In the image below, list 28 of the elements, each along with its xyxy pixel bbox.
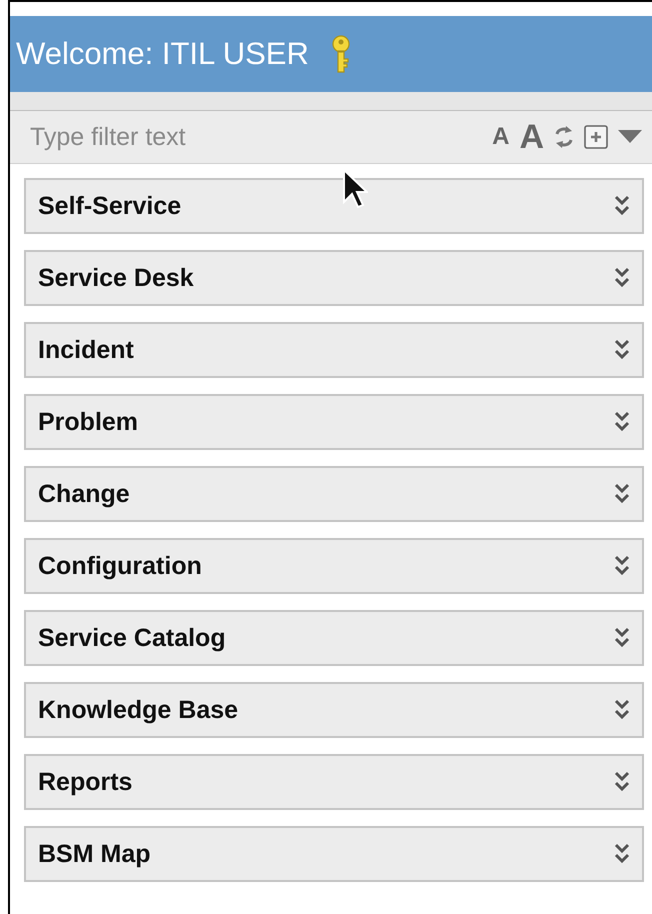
chevron-icon (614, 627, 630, 649)
key-icon (330, 35, 351, 73)
refresh-icon[interactable] (554, 124, 574, 150)
section-header[interactable]: Knowledge Base (24, 682, 644, 738)
section-header[interactable]: Problem (24, 394, 644, 450)
chevron-icon (614, 195, 630, 217)
add-icon[interactable] (584, 125, 608, 149)
chevron-icon (614, 411, 630, 433)
section-header[interactable]: BSM Map (24, 826, 644, 882)
chevron-icon (614, 771, 630, 793)
section-header[interactable]: Self-Service (24, 178, 644, 234)
chevron-icon (614, 483, 630, 505)
chevron-icon (614, 339, 630, 361)
larger-font-button[interactable]: A (519, 120, 544, 154)
dropdown-arrow-icon[interactable] (618, 130, 642, 144)
section-header[interactable]: Service Desk (24, 250, 644, 306)
chevron-icon (614, 555, 630, 577)
section-header[interactable]: Service Catalog (24, 610, 644, 666)
section-header[interactable]: Incident (24, 322, 644, 378)
smaller-font-button[interactable]: A (492, 125, 510, 149)
section-header[interactable]: Reports (24, 754, 644, 810)
welcome-title: Welcome: ITIL USER (16, 36, 309, 72)
chevron-icon (614, 699, 630, 721)
filter-bar[interactable]: Type filter text A A (10, 111, 652, 164)
section-header[interactable]: Change (24, 466, 644, 522)
chevron-icon (614, 267, 630, 289)
chevron-icon (614, 843, 630, 865)
section-header[interactable]: Configuration (24, 538, 644, 594)
